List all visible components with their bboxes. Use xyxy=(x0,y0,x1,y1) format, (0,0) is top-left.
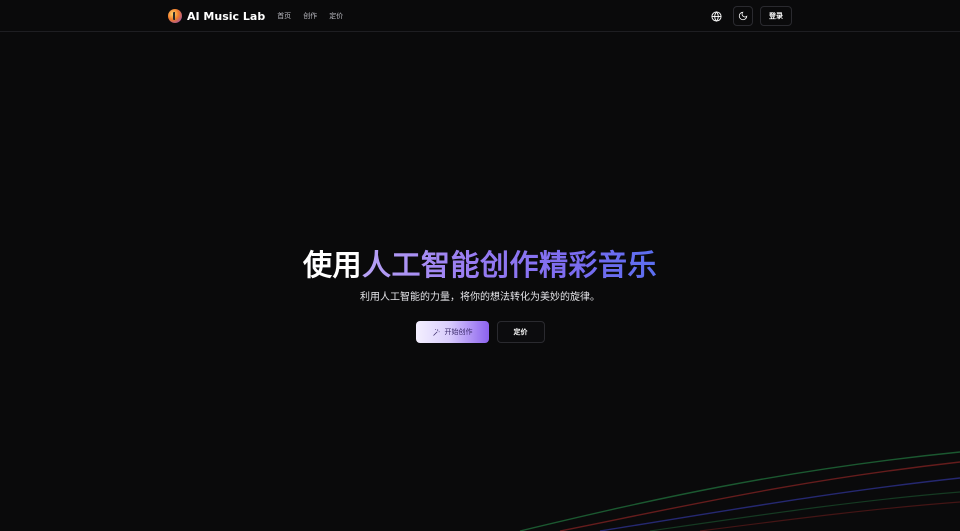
globe-icon xyxy=(710,10,722,22)
top-header: AI Music Lab 首页 创作 定价 登录 xyxy=(0,0,960,32)
moon-icon xyxy=(738,11,748,21)
header-left: AI Music Lab 首页 创作 定价 xyxy=(168,9,343,23)
start-creating-button[interactable]: 开始创作 xyxy=(415,321,489,343)
hero-title: 使用人工智能创作精彩音乐 xyxy=(0,246,960,284)
wave-line-green-2 xyxy=(649,491,960,531)
brand-name: AI Music Lab xyxy=(187,9,266,23)
hero-title-highlight: 人工智能创作精彩音乐 xyxy=(362,248,658,282)
start-creating-label: 开始创作 xyxy=(444,328,473,336)
hero-subtitle: 利用人工智能的力量，将你的想法转化为美妙的旋律。 xyxy=(360,292,600,303)
header-right: 登录 xyxy=(706,6,792,26)
nav-create[interactable]: 创作 xyxy=(303,11,317,21)
hero-section: 使用人工智能创作精彩音乐 利用人工智能的力量，将你的想法转化为美妙的旋律。 开始… xyxy=(0,246,960,343)
theme-toggle-button[interactable] xyxy=(733,6,753,26)
page: AI Music Lab 首页 创作 定价 登录 使用人工智能创作精彩音乐 利用… xyxy=(0,0,960,531)
main-nav: 首页 创作 定价 xyxy=(277,11,343,21)
magic-wand-icon xyxy=(432,328,439,336)
wave-line-blue xyxy=(599,477,960,531)
wave-line-red xyxy=(559,461,960,531)
pricing-button[interactable]: 定价 xyxy=(496,321,545,343)
nav-home[interactable]: 首页 xyxy=(277,11,291,21)
nav-pricing[interactable]: 定价 xyxy=(329,11,343,21)
brand-link[interactable]: AI Music Lab xyxy=(168,9,265,23)
music-logo-icon xyxy=(168,9,182,23)
header-inner: AI Music Lab 首页 创作 定价 登录 xyxy=(168,0,792,32)
wave-line-red-2 xyxy=(699,501,960,531)
login-button[interactable]: 登录 xyxy=(760,6,792,26)
language-button[interactable] xyxy=(706,6,726,26)
cta-row: 开始创作 定价 xyxy=(0,321,960,343)
hero-title-plain: 使用 xyxy=(302,248,362,282)
wave-line-green xyxy=(519,451,960,531)
